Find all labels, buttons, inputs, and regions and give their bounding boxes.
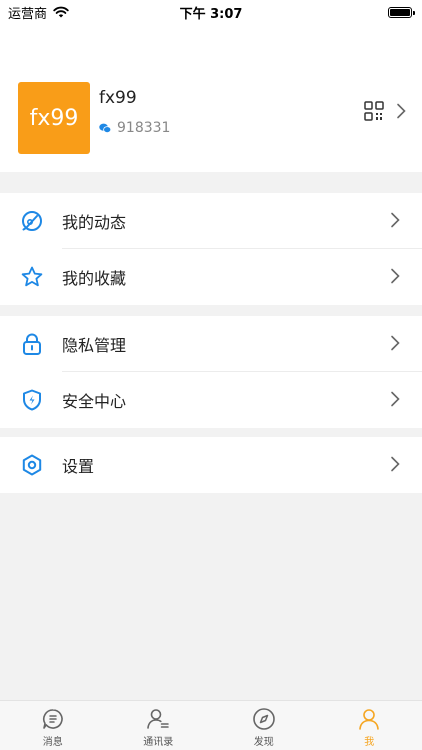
menu-group-content: 我的动态 我的收藏 [0, 193, 422, 305]
profile-name: fx99 [99, 88, 137, 108]
avatar-text: fx99 [29, 105, 79, 131]
battery-icon [388, 6, 415, 18]
chat-bubble-icon [99, 123, 111, 133]
menu-group-settings: 设置 [0, 437, 422, 493]
star-icon [21, 266, 43, 287]
menu-item-label: 隐私管理 [62, 336, 127, 355]
menu-item-security-center[interactable]: 安全中心 [0, 372, 422, 428]
menu-item-privacy[interactable]: 隐私管理 [0, 316, 422, 372]
menu-group-security: 隐私管理 安全中心 [0, 316, 422, 428]
status-bar: 运营商 下午 3:07 [0, 0, 422, 24]
tab-me[interactable]: 我 [317, 701, 422, 750]
chevron-right-icon [391, 391, 400, 407]
shield-icon [23, 389, 41, 411]
menu-item-favorites[interactable]: 我的收藏 [0, 249, 422, 305]
chevron-right-icon [391, 268, 400, 284]
avatar[interactable]: fx99 [18, 82, 90, 154]
carrier-label: 运营商 [8, 6, 48, 22]
menu-item-label: 我的收藏 [62, 269, 127, 288]
person-icon [359, 709, 380, 730]
chevron-right-icon[interactable] [396, 103, 406, 119]
profile-id: 918331 [117, 120, 171, 136]
contacts-icon [147, 709, 169, 729]
moments-icon [22, 211, 42, 231]
chevron-right-icon [391, 335, 400, 351]
menu-item-label: 设置 [62, 457, 95, 476]
tab-label: 通讯录 [143, 737, 174, 748]
status-left: 运营商 [8, 3, 69, 22]
tab-messages[interactable]: 消息 [0, 701, 106, 750]
chevron-right-icon [391, 212, 400, 228]
menu-item-moments[interactable]: 我的动态 [0, 193, 422, 249]
chevron-right-icon [391, 456, 400, 472]
settings-icon [22, 454, 42, 476]
tab-bar: 消息 通讯录 发现 我 [0, 700, 422, 750]
messages-icon [42, 709, 63, 729]
menu-item-settings[interactable]: 设置 [0, 437, 422, 493]
wifi-icon [53, 6, 69, 18]
qr-code-icon[interactable] [364, 101, 384, 121]
tab-contacts[interactable]: 通讯录 [106, 701, 212, 750]
profile-id-row: 918331 [99, 120, 170, 136]
compass-icon [252, 708, 275, 730]
tab-label: 发现 [253, 737, 274, 748]
tab-discover[interactable]: 发现 [211, 701, 317, 750]
menu-item-label: 我的动态 [62, 213, 127, 232]
menu-item-label: 安全中心 [62, 392, 127, 411]
tab-label: 消息 [42, 737, 63, 748]
lock-icon [23, 333, 41, 355]
profile-header[interactable]: fx99 fx99 918331 [0, 24, 422, 172]
tab-label: 我 [364, 737, 375, 748]
